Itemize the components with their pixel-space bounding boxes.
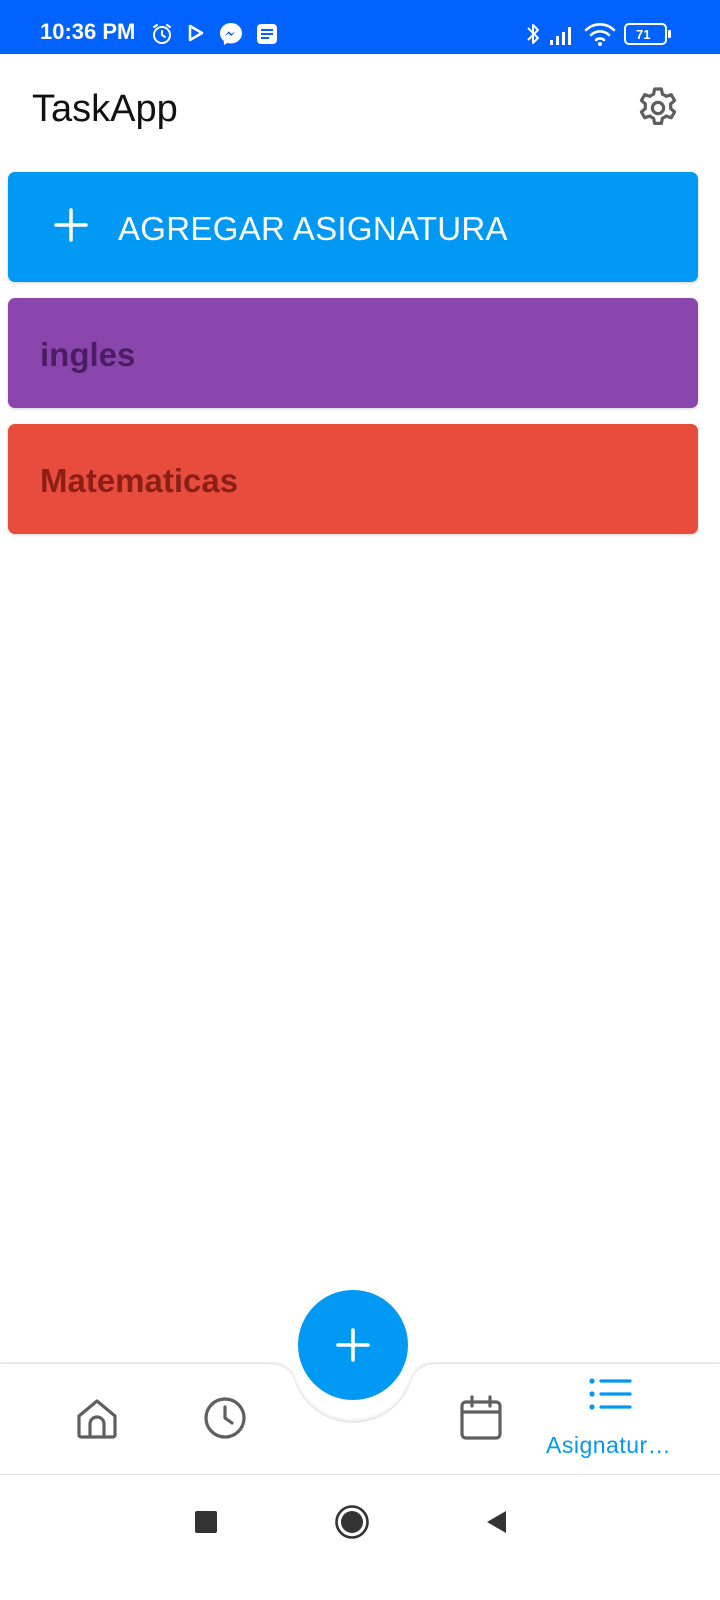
- bluetooth-icon: [527, 24, 539, 44]
- gear-icon: [639, 87, 677, 125]
- plus-icon: [336, 1328, 370, 1362]
- home-icon: [77, 1399, 117, 1439]
- play-icon: [188, 24, 204, 42]
- messenger-icon: [220, 23, 242, 45]
- alarm-icon: [153, 24, 171, 44]
- list-icon: [589, 1378, 632, 1410]
- plus-icon: [54, 208, 88, 242]
- nav-home[interactable]: [74, 1395, 120, 1446]
- nav-calendar[interactable]: [459, 1395, 503, 1446]
- calendar-icon: [460, 1395, 502, 1440]
- subject-label: ingles: [40, 336, 136, 373]
- system-navigation-bar: [0, 1475, 720, 1600]
- message-icon: [257, 24, 277, 44]
- nav-subjects[interactable]: Asignatur…: [540, 1376, 680, 1458]
- app-title: TaskApp: [32, 88, 178, 130]
- subject-label: Matematicas: [40, 462, 239, 499]
- battery-level: 71: [636, 27, 651, 42]
- wifi-icon: [584, 23, 616, 46]
- add-subject-button[interactable]: AGREGAR ASIGNATURA: [8, 172, 698, 282]
- status-time: 10:36 PM: [40, 19, 136, 44]
- nav-subjects-label: Asignatur…: [546, 1432, 672, 1458]
- recents-square-icon[interactable]: [194, 1510, 218, 1534]
- add-subject-label: AGREGAR ASIGNATURA: [118, 210, 508, 247]
- status-bar: 10:36 PM 71: [0, 0, 720, 54]
- nav-history[interactable]: [202, 1395, 248, 1446]
- subject-card-matematicas[interactable]: Matematicas: [8, 424, 698, 534]
- clock-icon: [204, 1397, 246, 1439]
- home-circle-icon[interactable]: [334, 1504, 370, 1540]
- settings-button[interactable]: [634, 84, 682, 132]
- subject-card-ingles[interactable]: ingles: [8, 298, 698, 408]
- signal-icon: [550, 27, 571, 45]
- back-triangle-icon[interactable]: [484, 1509, 510, 1535]
- add-task-fab[interactable]: [298, 1290, 408, 1400]
